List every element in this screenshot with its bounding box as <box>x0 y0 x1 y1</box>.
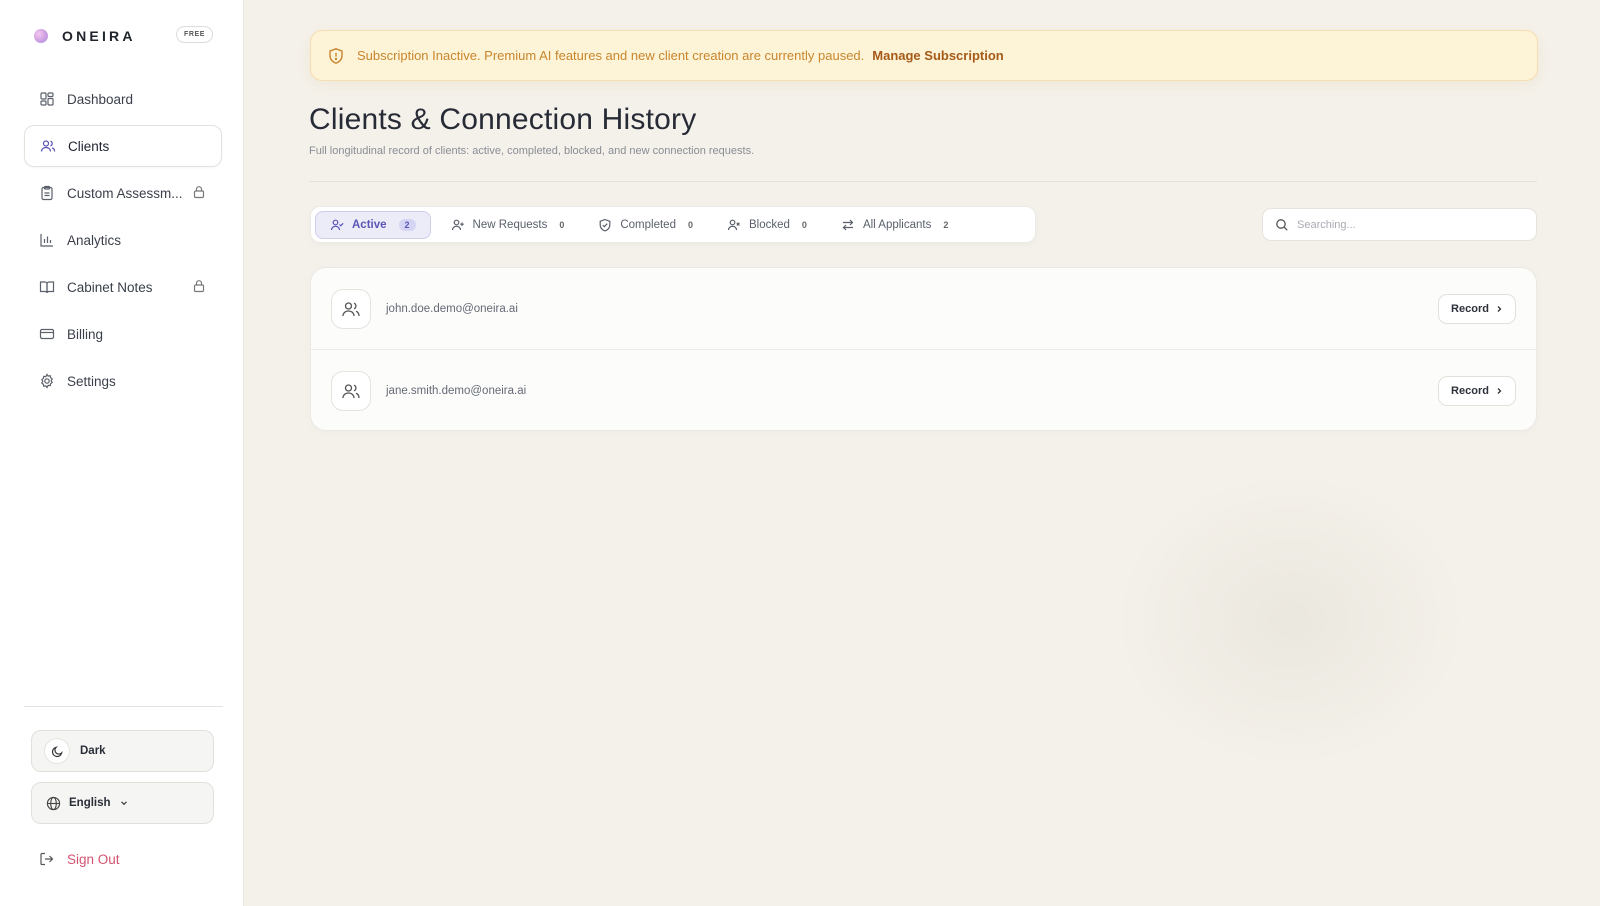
tab-label: Blocked <box>749 218 790 231</box>
avatar <box>331 371 371 411</box>
users-icon <box>40 140 56 152</box>
manage-subscription-link[interactable]: Manage Subscription <box>872 48 1003 63</box>
background-decoration <box>1110 470 1470 770</box>
theme-icon-wrap <box>44 738 70 764</box>
search-input[interactable] <box>1297 218 1517 231</box>
book-icon <box>39 281 55 294</box>
tab-label: Completed <box>620 218 676 231</box>
sidebar-item-label: Billing <box>67 326 104 342</box>
tab-label: Active <box>352 218 387 231</box>
client-list: john.doe.demo@oneira.ai Record jane.smit… <box>310 267 1537 431</box>
sidebar-item-label: Custom Assessm... <box>67 185 183 201</box>
search-box <box>1262 208 1537 241</box>
record-label: Record <box>1451 302 1489 315</box>
sidebar-item-custom-assessments[interactable]: Custom Assessm... <box>24 172 222 214</box>
tab-active[interactable]: Active 2 <box>315 210 431 239</box>
tab-completed[interactable]: Completed 0 <box>584 211 707 239</box>
oneira-logo-icon <box>34 29 48 43</box>
users-icon <box>342 301 360 316</box>
client-email: jane.smith.demo@oneira.ai <box>386 385 527 397</box>
sidebar-item-analytics[interactable]: Analytics <box>24 219 222 261</box>
plan-badge: FREE <box>176 26 213 43</box>
subscription-warning-banner: Subscription Inactive. Premium AI featur… <box>310 30 1538 81</box>
record-button[interactable]: Record <box>1438 293 1516 324</box>
theme-toggle-button[interactable]: Dark <box>31 730 214 772</box>
page-title: Clients & Connection History <box>309 103 697 136</box>
shield-check-icon <box>599 218 611 232</box>
lock-icon <box>193 186 205 199</box>
search-icon <box>1276 218 1288 231</box>
credit-card-icon <box>39 328 55 340</box>
sidebar-item-billing[interactable]: Billing <box>24 313 222 355</box>
gear-icon <box>41 373 53 389</box>
sidebar-item-settings[interactable]: Settings <box>24 360 222 402</box>
tab-blocked[interactable]: Blocked 0 <box>713 211 821 239</box>
tab-new-requests[interactable]: New Requests 0 <box>437 211 579 239</box>
clipboard-icon <box>41 185 53 201</box>
swap-arrows-icon <box>842 219 854 230</box>
chevron-right-icon <box>1497 305 1502 312</box>
theme-label: Dark <box>80 745 106 757</box>
sidebar-item-clients[interactable]: Clients <box>24 125 222 167</box>
globe-icon <box>46 796 61 810</box>
sidebar: ONEIRA FREE Dashboard Clients Custom Ass… <box>0 0 244 906</box>
sidebar-item-label: Dashboard <box>67 91 134 107</box>
tab-label: All Applicants <box>862 218 932 231</box>
shield-alert-icon <box>329 47 343 64</box>
bar-chart-icon <box>40 234 53 247</box>
dashboard-grid-icon <box>40 92 54 106</box>
sidebar-item-label: Settings <box>67 373 116 389</box>
language-select[interactable]: English <box>31 782 214 824</box>
client-email: john.doe.demo@oneira.ai <box>386 302 518 315</box>
user-x-icon <box>727 219 740 230</box>
brand-name: ONEIRA <box>62 28 136 44</box>
banner-text: Subscription Inactive. Premium AI featur… <box>357 48 865 63</box>
sign-out-icon <box>40 852 54 866</box>
tab-count: 0 <box>559 219 565 230</box>
client-status-tabs: Active 2 New Requests 0 Completed 0 Bloc… <box>310 206 1036 243</box>
user-check-icon <box>330 219 344 230</box>
tab-count: 2 <box>943 219 949 230</box>
tab-label: New Requests <box>472 218 548 231</box>
sidebar-item-label: Cabinet Notes <box>67 279 153 295</box>
sidebar-divider <box>24 706 223 707</box>
sidebar-item-label: Clients <box>68 138 110 154</box>
record-button[interactable]: Record <box>1438 376 1516 406</box>
tab-count: 2 <box>398 218 416 231</box>
avatar <box>331 288 371 329</box>
page-subtitle: Full longitudinal record of clients: act… <box>309 145 755 157</box>
user-plus-icon <box>451 219 464 230</box>
lock-icon <box>193 280 205 293</box>
sign-out-button[interactable]: Sign Out <box>39 851 120 867</box>
sidebar-item-dashboard[interactable]: Dashboard <box>24 78 222 120</box>
language-label: English <box>69 797 111 809</box>
header-divider <box>309 181 1537 182</box>
list-item[interactable]: john.doe.demo@oneira.ai Record <box>311 268 1536 350</box>
tab-count: 0 <box>687 219 693 230</box>
chevron-down-icon <box>120 801 127 806</box>
tab-count: 0 <box>801 219 807 230</box>
brand[interactable]: ONEIRA <box>34 26 136 46</box>
sign-out-label: Sign Out <box>67 851 120 867</box>
list-item[interactable]: jane.smith.demo@oneira.ai Record <box>311 350 1536 430</box>
chevron-right-icon <box>1497 388 1502 394</box>
tab-all-applicants[interactable]: All Applicants 2 <box>827 211 962 239</box>
users-icon <box>342 384 360 399</box>
sidebar-item-cabinet-notes[interactable]: Cabinet Notes <box>24 266 222 308</box>
sidebar-item-label: Analytics <box>67 232 122 248</box>
record-label: Record <box>1451 385 1489 397</box>
moon-icon <box>51 745 63 757</box>
